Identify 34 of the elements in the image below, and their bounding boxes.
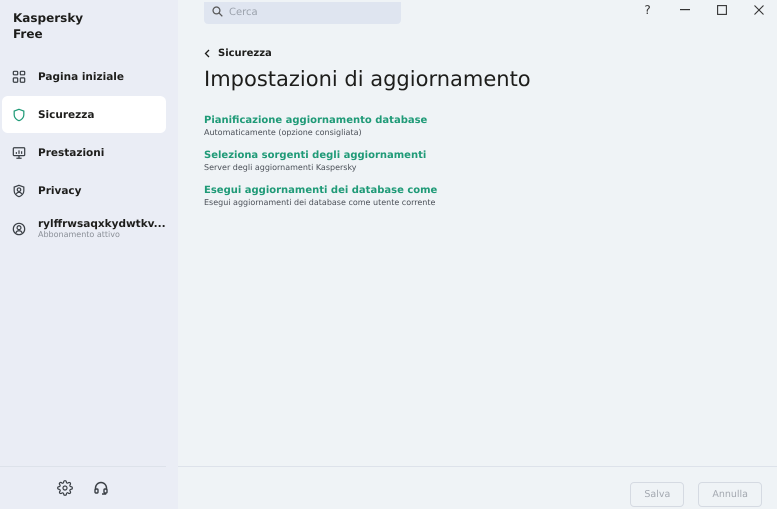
setting-description: Server degli aggiornamenti Kaspersky — [204, 163, 358, 172]
sidebar-item[interactable]: rylffrwsaqxkydwtkv... Abbonamento attivo — [2, 210, 166, 247]
shield-user-icon — [12, 184, 26, 198]
app-edition: Free — [13, 26, 44, 42]
settings-button[interactable] — [57, 480, 73, 496]
sidebar-item-label: Sicurezza — [38, 108, 94, 120]
help-button[interactable]: ? — [629, 0, 666, 20]
user-icon — [12, 222, 26, 236]
back-link[interactable]: Sicurezza — [204, 48, 272, 59]
subscription-status: Abbonamento attivo — [38, 230, 121, 239]
page-title: Impostazioni di aggiornamento — [204, 67, 532, 91]
sidebar-item-label: Pagina iniziale — [38, 70, 124, 82]
sidebar-item-label: Privacy — [38, 184, 82, 196]
sidebar-item[interactable]: Prestazioni — [2, 134, 166, 171]
chevron-left-icon — [204, 49, 210, 58]
headset-icon — [93, 480, 109, 496]
sidebar-item-label: rylffrwsaqxkydwtkv... — [38, 218, 166, 230]
setting-description: Automaticamente (opzione consigliata) — [204, 128, 363, 137]
minimize-icon — [680, 9, 690, 11]
shield-icon — [12, 108, 26, 122]
support-button[interactable] — [93, 480, 109, 496]
settings-icon — [57, 480, 73, 496]
grid-icon — [12, 70, 26, 84]
maximize-icon — [716, 5, 726, 15]
setting-description: Esegui aggiornamenti dei database come utente corrente — [204, 198, 436, 207]
app-name: Kaspersky — [13, 10, 84, 26]
search-icon — [212, 6, 223, 16]
close-icon — [754, 5, 764, 15]
sidebar-item[interactable]: Pagina iniziale — [2, 58, 166, 95]
sidebar-item[interactable]: Sicurezza — [2, 96, 166, 133]
sidebar-item-label: Prestazioni — [38, 146, 104, 158]
monitor-icon — [12, 146, 26, 160]
sidebar-item[interactable]: Privacy — [2, 172, 166, 209]
search-field[interactable]: Cerca — [204, 2, 401, 24]
